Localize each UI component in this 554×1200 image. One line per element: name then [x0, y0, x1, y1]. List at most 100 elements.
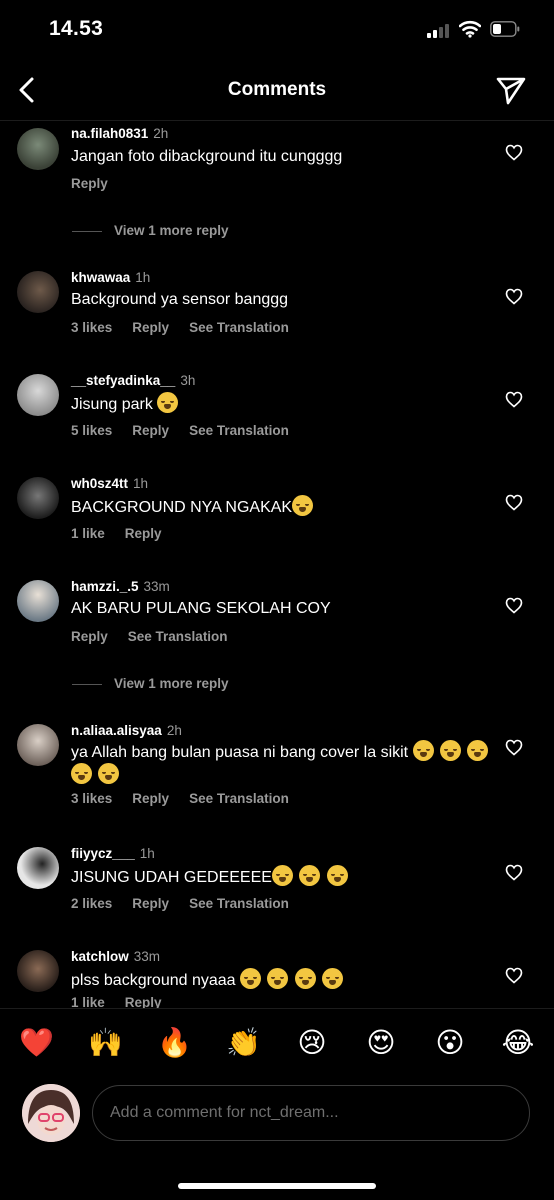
reply-button[interactable]: Reply [132, 896, 169, 911]
comment-text: JISUNG UDAH GEDEEEEE [71, 865, 491, 889]
comment-text: ya Allah bang bulan puasa ni bang cover … [71, 740, 491, 786]
send-direct-icon[interactable] [494, 73, 528, 107]
loudly-crying-emoji [157, 392, 179, 413]
home-indicator[interactable] [178, 1183, 376, 1189]
loudly-crying-emoji [440, 740, 462, 761]
username[interactable]: na.filah0831 [71, 126, 148, 141]
see-translation-button[interactable]: See Translation [189, 320, 289, 335]
reply-button[interactable]: Reply [125, 995, 162, 1008]
avatar[interactable] [17, 128, 59, 170]
loudly-crying-emoji [292, 495, 314, 516]
reaction-crying-button[interactable]: 😢 [295, 1026, 329, 1060]
reaction-clap-button[interactable]: 👏 [226, 1026, 261, 1060]
loudly-crying-emoji [326, 865, 348, 886]
comment-username[interactable]: khwawaa 1h [71, 270, 150, 285]
avatar[interactable] [17, 374, 59, 416]
like-heart-icon[interactable] [505, 494, 523, 511]
comment-actions: 3 likes Reply See Translation [71, 320, 309, 335]
reaction-heart-button[interactable]: ❤️ [19, 1026, 54, 1060]
comment-username[interactable]: hamzzi._.5 33m [71, 579, 170, 594]
username[interactable]: katchlow [71, 949, 129, 964]
loudly-crying-emoji [467, 740, 489, 761]
like-heart-icon[interactable] [505, 597, 523, 614]
avatar[interactable] [17, 271, 59, 313]
status-bar: 14.53 [0, 0, 554, 60]
comment-time: 33m [133, 949, 161, 964]
comment-username[interactable]: wh0sz4tt 1h [71, 476, 148, 491]
loudly-crying-emoji [240, 968, 262, 989]
comment-time: 2h [166, 723, 182, 738]
comment-time: 1h [135, 270, 151, 285]
comment-text-content: plss background nyaaa [71, 972, 236, 989]
see-translation-button[interactable]: See Translation [189, 423, 289, 438]
comment-username[interactable]: __stefyadinka__ 3h [71, 373, 195, 388]
likes-count[interactable]: 1 like [71, 995, 105, 1008]
username[interactable]: hamzzi._.5 [71, 579, 139, 594]
reaction-surprised-button[interactable]: 😮 [433, 1026, 467, 1060]
cellular-signal-icon [427, 24, 453, 38]
reaction-raising-hands-button[interactable]: 🙌 [88, 1026, 123, 1060]
reply-button[interactable]: Reply [71, 629, 108, 644]
comment-text-content: JISUNG UDAH GEDEEEEE [71, 869, 272, 886]
comment-text: plss background nyaaa [71, 968, 491, 992]
comment-username[interactable]: n.aliaa.alisyaa 2h [71, 723, 182, 738]
comment-actions: Reply [71, 176, 128, 191]
avatar[interactable] [17, 847, 59, 889]
likes-count[interactable]: 2 likes [71, 896, 112, 911]
like-heart-icon[interactable] [505, 864, 523, 881]
view-more-replies[interactable]: View 1 more reply [72, 676, 229, 691]
comment-text-content: ya Allah bang bulan puasa ni bang cover … [71, 744, 409, 761]
reply-button[interactable]: Reply [132, 791, 169, 806]
reply-button[interactable]: Reply [125, 526, 162, 541]
view-more-replies[interactable]: View 1 more reply [72, 223, 229, 238]
reaction-fire-button[interactable]: 🔥 [157, 1026, 192, 1060]
comment-actions: 3 likes Reply See Translation [71, 791, 309, 806]
comment-input[interactable] [92, 1085, 530, 1141]
reply-button[interactable]: Reply [71, 176, 108, 191]
avatar[interactable] [17, 477, 59, 519]
reply-button[interactable]: Reply [132, 320, 169, 335]
comment-actions: 1 like Reply [71, 995, 182, 1008]
reply-button[interactable]: Reply [132, 423, 169, 438]
likes-count[interactable]: 5 likes [71, 423, 112, 438]
loudly-crying-emoji [267, 968, 289, 989]
comment-time: 1h [133, 476, 149, 491]
likes-count[interactable]: 3 likes [71, 320, 112, 335]
quick-reaction-bar: ❤️ 🙌 🔥 👏 😢 😍 😮 😂 [0, 1008, 554, 1081]
comment-text-content: Jisung park [71, 396, 153, 413]
loudly-crying-emoji [299, 865, 321, 886]
view-more-label: View 1 more reply [114, 676, 229, 691]
username[interactable]: fiiyycz___ [71, 846, 135, 861]
comment-username[interactable]: katchlow 33m [71, 949, 160, 964]
like-heart-icon[interactable] [505, 967, 523, 984]
current-user-avatar [22, 1084, 80, 1142]
username[interactable]: khwawaa [71, 270, 130, 285]
username[interactable]: __stefyadinka__ [71, 373, 175, 388]
like-heart-icon[interactable] [505, 739, 523, 756]
comment-username[interactable]: na.filah0831 2h [71, 126, 168, 141]
username[interactable]: wh0sz4tt [71, 476, 128, 491]
divider-line [72, 230, 102, 232]
reaction-heart-eyes-button[interactable]: 😍 [364, 1026, 398, 1060]
comment-list[interactable]: na.filah0831 2h Jangan foto dibackground … [0, 121, 554, 1008]
wifi-icon [459, 20, 481, 38]
avatar[interactable] [17, 950, 59, 992]
comment-text-content: Background ya sensor banggg [71, 291, 289, 308]
loudly-crying-emoji [271, 865, 293, 886]
reaction-laughing-button[interactable]: 😂 [501, 1026, 535, 1060]
avatar[interactable] [17, 580, 59, 622]
like-heart-icon[interactable] [505, 391, 523, 408]
comment-username[interactable]: fiiyycz___ 1h [71, 846, 155, 861]
divider-line [72, 683, 102, 685]
avatar[interactable] [17, 724, 59, 766]
see-translation-button[interactable]: See Translation [128, 629, 228, 644]
see-translation-button[interactable]: See Translation [189, 896, 289, 911]
like-heart-icon[interactable] [505, 144, 523, 161]
username[interactable]: n.aliaa.alisyaa [71, 723, 162, 738]
user-face-icon [22, 1084, 80, 1142]
see-translation-button[interactable]: See Translation [189, 791, 289, 806]
comment-actions: 2 likes Reply See Translation [71, 896, 309, 911]
likes-count[interactable]: 1 like [71, 526, 105, 541]
likes-count[interactable]: 3 likes [71, 791, 112, 806]
like-heart-icon[interactable] [505, 288, 523, 305]
